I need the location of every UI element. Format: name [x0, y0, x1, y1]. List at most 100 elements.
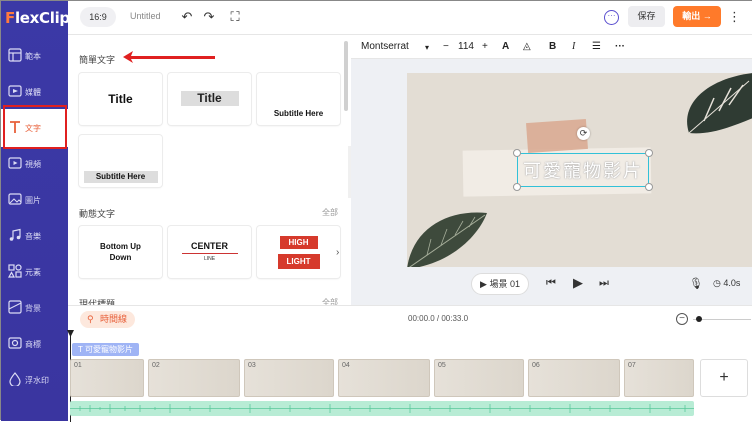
simple-text-title: 簡單文字 — [79, 56, 116, 66]
text-color-icon[interactable]: A — [502, 41, 509, 52]
scene-button[interactable]: ▶ 場景 01 — [471, 273, 529, 295]
next-icon[interactable]: ⏭ — [599, 277, 609, 290]
sidebar-item-elements[interactable]: 元素 — [1, 253, 68, 291]
sidebar-item-label: 商標 — [25, 340, 41, 349]
sidebar-item-images[interactable]: 圖片 — [1, 181, 68, 219]
export-button[interactable]: 輸出 → — [673, 6, 721, 27]
card-label: Bottom Up Down — [100, 242, 141, 262]
align-icon[interactable]: ☰ — [592, 41, 601, 52]
size-increase-button[interactable]: + — [482, 41, 488, 52]
font-size-field[interactable]: 114 — [458, 41, 474, 52]
clip-thumbnail[interactable]: 06 — [528, 359, 620, 397]
more-options-icon[interactable]: ··· — [615, 41, 625, 52]
sidebar-item-label: 音樂 — [25, 232, 41, 241]
canvas-text[interactable]: 可愛寵物影片 — [517, 157, 649, 183]
leaf-decoration — [407, 212, 487, 267]
save-button[interactable]: 保存 — [628, 6, 665, 27]
scene-duration[interactable]: ◷ 4.0s — [713, 278, 740, 289]
italic-icon[interactable]: I — [572, 41, 575, 52]
chevron-down-icon[interactable]: ▾ — [425, 43, 429, 52]
resize-handle[interactable] — [645, 183, 653, 191]
sidebar-item-label: 浮水印 — [25, 376, 49, 385]
clip-thumbnail[interactable]: 04 — [338, 359, 430, 397]
music-icon — [9, 228, 21, 241]
text-card-subtitle-box[interactable]: Subtitle Here — [79, 135, 162, 187]
timeline-icon: ⚲ — [87, 314, 94, 324]
project-title[interactable]: Untitled — [130, 11, 161, 21]
clip-number: 03 — [248, 362, 256, 369]
fullscreen-icon[interactable]: ⛶ — [228, 10, 242, 24]
sidebar-item-label: 元素 — [25, 268, 41, 277]
playhead-handle[interactable] — [67, 330, 74, 337]
sidebar-item-logo[interactable]: 商標 — [1, 325, 68, 363]
template-icon — [8, 48, 22, 62]
text-card-center-line[interactable]: CENTER LINE — [168, 226, 251, 278]
resize-handle[interactable] — [645, 149, 653, 157]
highlight-box — [3, 105, 67, 149]
sidebar-item-video[interactable]: 視頻 — [1, 145, 68, 183]
rotate-icon[interactable]: ⟳ — [577, 127, 590, 140]
media-icon — [8, 85, 22, 97]
card-label: Title — [108, 92, 133, 106]
sidebar-item-label: 視頻 — [25, 160, 41, 169]
highlight-icon[interactable]: ◬ — [523, 41, 531, 52]
timeline-label: 時間線 — [100, 314, 128, 324]
add-clip-button[interactable]: + — [700, 359, 748, 397]
redo-icon[interactable]: ↷ — [202, 10, 216, 24]
previous-icon[interactable]: ⏮ — [546, 277, 556, 290]
video-icon — [8, 157, 22, 169]
sidebar-item-background[interactable]: 背景 — [1, 289, 68, 327]
clip-thumbnail[interactable]: 07 — [624, 359, 694, 397]
bold-icon[interactable]: B — [549, 41, 556, 52]
red-arrow-annotation — [123, 51, 215, 63]
sidebar-item-label: 媒體 — [25, 88, 41, 97]
clip-track: 01 02 03 04 05 06 07 — [70, 359, 694, 397]
text-card-title-box[interactable]: Title — [168, 73, 251, 125]
size-decrease-button[interactable]: − — [443, 41, 449, 52]
clip-thumbnail[interactable]: 03 — [244, 359, 334, 397]
font-select[interactable]: Montserrat — [361, 41, 409, 52]
clip-thumbnail[interactable]: 01 — [70, 359, 144, 397]
card-sublabel: LINE — [203, 256, 216, 262]
resize-handle[interactable] — [513, 183, 521, 191]
sidebar-item-label: 圖片 — [25, 196, 41, 205]
panel-scrollbar[interactable] — [344, 41, 348, 111]
elements-icon — [8, 264, 22, 278]
timeline-toggle-button[interactable]: ⚲ 時間線 — [80, 311, 136, 328]
text-card-bottom-up[interactable]: Bottom Up Down — [79, 226, 162, 278]
text-card-high-light[interactable]: HIGH LIGHT — [257, 226, 340, 278]
clip-thumbnail[interactable]: 02 — [148, 359, 240, 397]
animated-text-title: 動態文字 — [79, 210, 116, 220]
clip-number: 06 — [532, 362, 540, 369]
more-icon[interactable]: ⋮ — [728, 9, 741, 25]
chevron-right-icon[interactable]: › — [336, 247, 339, 258]
clip-thumbnail[interactable]: 05 — [434, 359, 524, 397]
sidebar-item-label: 範本 — [25, 52, 41, 61]
sidebar-item-watermark[interactable]: 浮水印 — [1, 361, 68, 399]
audio-track[interactable] — [70, 401, 694, 416]
play-icon: ▶ — [480, 279, 487, 289]
top-bar: 16:9 Untitled ↶ ↷ ⛶ ··· 保存 輸出 → ⋮ — [68, 1, 752, 35]
sidebar-item-music[interactable]: 音樂 — [1, 217, 68, 255]
sidebar-item-label: 背景 — [25, 304, 41, 313]
card-label: Subtitle Here — [83, 171, 158, 183]
zoom-slider-handle[interactable] — [696, 316, 702, 322]
undo-icon[interactable]: ↶ — [180, 10, 194, 24]
chat-icon[interactable]: ··· — [604, 10, 619, 25]
sidebar: FlexClip 範本 媒體 文字 視頻 圖片 音樂 元素 背景 商標 浮水印 — [1, 1, 70, 421]
clock-icon: ◷ — [713, 278, 724, 288]
zoom-out-icon[interactable]: − — [676, 313, 688, 325]
divider — [181, 253, 238, 254]
text-card-title-bold[interactable]: Title — [79, 73, 162, 125]
play-button-icon[interactable]: ▶ — [573, 275, 583, 291]
text-layer-track[interactable]: T 可愛寵物影片 — [72, 343, 139, 356]
leaf-decoration — [687, 73, 752, 134]
text-card-subtitle[interactable]: Subtitle Here — [257, 73, 340, 125]
animated-text-all-link[interactable]: 全部 — [322, 207, 338, 218]
resize-handle[interactable] — [513, 149, 521, 157]
sidebar-item-templates[interactable]: 範本 — [1, 37, 68, 75]
aspect-ratio-button[interactable]: 16:9 — [80, 7, 116, 27]
video-preview[interactable]: ⟳ 可愛寵物影片 — [407, 73, 752, 267]
microphone-icon[interactable]: 🎙 — [689, 277, 703, 290]
flexclip-logo[interactable]: FlexClip — [5, 9, 70, 29]
